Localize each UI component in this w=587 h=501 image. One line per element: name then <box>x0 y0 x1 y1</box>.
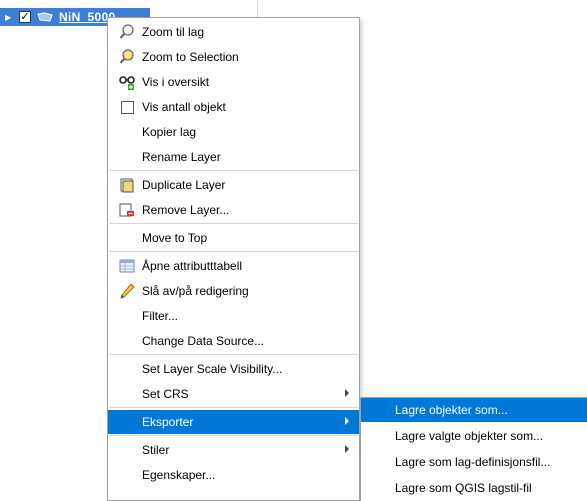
menu-item-open-attribute-table[interactable]: Åpne attributttabell <box>108 254 359 278</box>
checkbox-icon[interactable] <box>119 99 135 115</box>
layer-visibility-checkbox[interactable]: ✓ <box>19 11 31 23</box>
submenu-arrow-icon <box>345 445 349 453</box>
layer-context-menu: Zoom til lag Zoom to Selection Vis i ove… <box>107 17 360 501</box>
submenu-item-save-features-as[interactable]: Lagre objekter som... <box>361 398 587 422</box>
zoom-icon <box>119 24 135 40</box>
menu-item-rename-layer[interactable]: Rename Layer <box>108 145 359 169</box>
menu-item-filter[interactable]: Filter... <box>108 304 359 328</box>
menu-item-show-in-overview[interactable]: Vis i oversikt <box>108 70 359 94</box>
submenu-item-save-as-qgis-style[interactable]: Lagre som QGIS lagstil-fil <box>361 476 587 500</box>
menu-item-show-feature-count[interactable]: Vis antall objekt <box>108 95 359 119</box>
menu-separator <box>109 407 358 408</box>
menu-item-zoom-to-selection[interactable]: Zoom to Selection <box>108 45 359 69</box>
polygon-layer-icon <box>37 12 53 22</box>
menu-item-move-to-top[interactable]: Move to Top <box>108 226 359 250</box>
export-submenu: Lagre objekter som... Lagre valgte objek… <box>360 397 587 501</box>
zoom-selection-icon <box>119 49 135 65</box>
menu-item-change-data-source[interactable]: Change Data Source... <box>108 329 359 353</box>
menu-item-set-crs[interactable]: Set CRS <box>108 382 359 406</box>
menu-item-toggle-editing[interactable]: Slå av/på redigering <box>108 279 359 303</box>
menu-separator <box>109 170 358 171</box>
menu-item-zoom-to-layer[interactable]: Zoom til lag <box>108 20 359 44</box>
menu-separator <box>109 435 358 436</box>
menu-separator <box>109 354 358 355</box>
overview-icon <box>119 74 135 90</box>
expand-arrow-icon[interactable]: ▶ <box>5 13 15 22</box>
remove-icon <box>119 202 135 218</box>
menu-separator <box>109 251 358 252</box>
duplicate-icon <box>119 177 135 193</box>
menu-item-properties[interactable]: Egenskaper... <box>108 463 359 487</box>
table-icon <box>119 258 135 274</box>
menu-item-styles[interactable]: Stiler <box>108 438 359 462</box>
menu-item-set-scale-visibility[interactable]: Set Layer Scale Visibility... <box>108 357 359 381</box>
menu-item-duplicate-layer[interactable]: Duplicate Layer <box>108 173 359 197</box>
submenu-arrow-icon <box>345 417 349 425</box>
menu-item-remove-layer[interactable]: Remove Layer... <box>108 198 359 222</box>
submenu-arrow-icon <box>345 389 349 397</box>
menu-separator <box>109 223 358 224</box>
submenu-item-save-selected-features-as[interactable]: Lagre valgte objekter som... <box>361 424 587 448</box>
menu-item-export[interactable]: Eksporter <box>108 410 359 434</box>
pencil-icon <box>119 283 135 299</box>
menu-item-copy-layer[interactable]: Kopier lag <box>108 120 359 144</box>
submenu-item-save-as-layer-definition[interactable]: Lagre som lag-definisjonsfil... <box>361 450 587 474</box>
